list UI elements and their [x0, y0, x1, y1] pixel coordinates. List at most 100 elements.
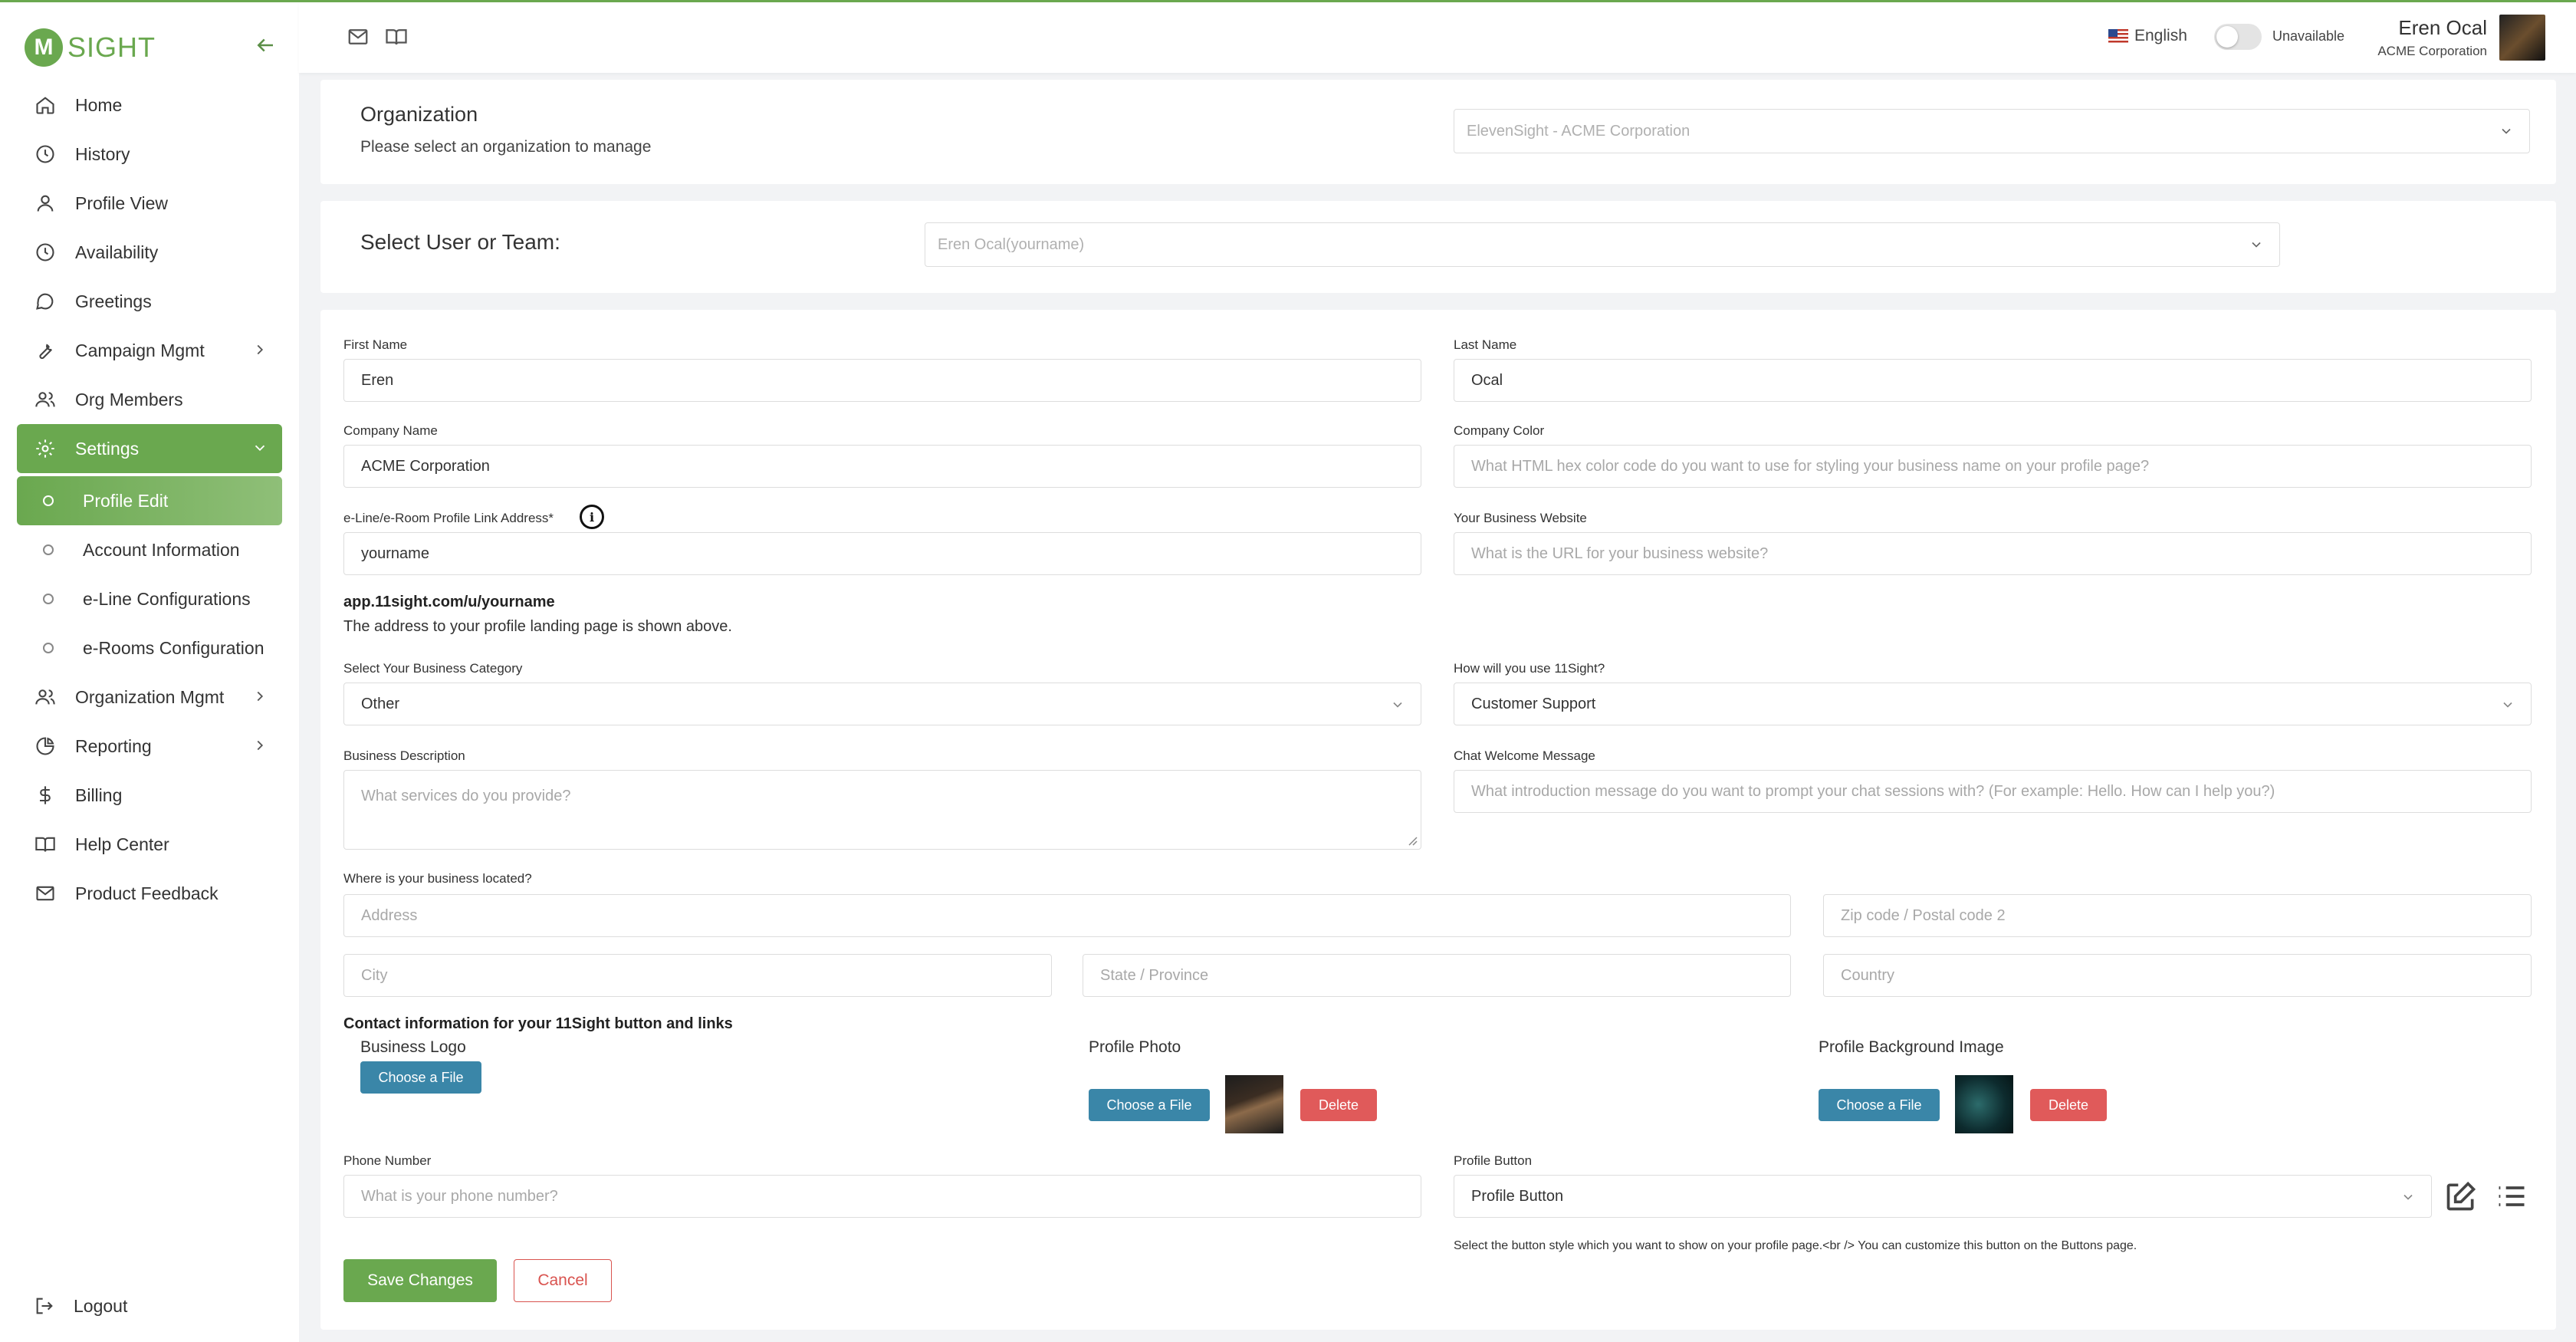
company-name-label: Company Name: [343, 423, 438, 438]
address-input[interactable]: Address: [343, 894, 1791, 937]
us-flag-icon: [2108, 29, 2128, 43]
phone-input[interactable]: What is your phone number?: [343, 1175, 1421, 1218]
bullet-icon: [43, 544, 54, 555]
city-input[interactable]: City: [343, 954, 1052, 997]
sidebar-item-org-members[interactable]: Org Members: [17, 375, 282, 424]
website-label: Your Business Website: [1454, 511, 1587, 525]
first-name-label: First Name: [343, 337, 408, 352]
sidebar-item-campaign-mgmt[interactable]: Campaign Mgmt: [17, 326, 282, 375]
country-placeholder: Country: [1841, 966, 1895, 984]
sidebar-item-erooms-configuration[interactable]: e-Rooms Configuration: [17, 623, 282, 673]
sidebar-item-greetings[interactable]: Greetings: [17, 277, 282, 326]
chat-welcome-input[interactable]: What introduction message do you want to…: [1454, 770, 2532, 813]
sidebar-item-home[interactable]: Home: [17, 81, 282, 130]
business-description-placeholder: What services do you provide?: [361, 788, 571, 804]
profile-background-delete-button[interactable]: Delete: [2030, 1089, 2107, 1121]
organization-select-value: ElevenSight - ACME Corporation: [1467, 122, 1691, 140]
sidebar-item-label: Profile Edit: [83, 490, 169, 511]
sidebar-item-reporting[interactable]: Reporting: [17, 722, 282, 771]
avatar[interactable]: [2499, 15, 2545, 61]
profile-button-label: Profile Button: [1454, 1153, 1533, 1168]
profile-link-input[interactable]: yourname: [343, 532, 1421, 575]
sidebar-item-profile-edit[interactable]: Profile Edit: [17, 476, 282, 525]
profile-photo-label: Profile Photo: [1089, 1038, 1181, 1056]
user-team-select-value: Eren Ocal(yourname): [938, 235, 1085, 253]
language-label: English: [2134, 27, 2187, 44]
info-icon[interactable]: i: [580, 505, 604, 529]
sidebar-item-account-information[interactable]: Account Information: [17, 525, 282, 574]
location-label: Where is your business located?: [343, 871, 532, 886]
profile-button-help: Select the button style which you want t…: [1454, 1239, 2137, 1252]
first-name-input[interactable]: Eren: [343, 359, 1421, 402]
business-description-textarea[interactable]: What services do you provide?: [343, 770, 1421, 850]
last-name-input[interactable]: Ocal: [1454, 359, 2532, 402]
state-input[interactable]: State / Province: [1083, 954, 1791, 997]
company-name-input[interactable]: ACME Corporation: [343, 445, 1421, 488]
sidebar-item-label: Product Feedback: [75, 883, 219, 903]
list-icon[interactable]: [2495, 1179, 2530, 1215]
top-header: English Unavailable Eren Ocal ACME Corpo…: [299, 2, 2576, 73]
sidebar-item-history[interactable]: History: [17, 130, 282, 179]
user-name: Eren Ocal: [2398, 16, 2487, 39]
chevron-right-icon: [251, 688, 270, 706]
website-input[interactable]: What is the URL for your business websit…: [1454, 532, 2532, 575]
zip-placeholder: Zip code / Postal code 2: [1841, 906, 2006, 924]
language-selector[interactable]: English: [2108, 27, 2187, 45]
book-icon[interactable]: [385, 25, 409, 50]
cancel-button[interactable]: Cancel: [514, 1259, 612, 1302]
user-icon: [34, 192, 57, 215]
bullet-icon: [43, 594, 54, 604]
usage-label: How will you use 11Sight?: [1454, 661, 1605, 676]
sidebar-item-label: e-Line Configurations: [83, 588, 251, 609]
logo-text: SIGHT: [67, 31, 156, 63]
usage-select[interactable]: Customer Support: [1454, 683, 2532, 725]
profile-background-label: Profile Background Image: [1819, 1038, 2004, 1056]
book-icon: [34, 833, 57, 856]
sidebar-item-help-center[interactable]: Help Center: [17, 820, 282, 869]
logout-icon: [36, 1298, 53, 1314]
last-name-label: Last Name: [1454, 337, 1517, 352]
users-icon: [34, 388, 57, 411]
zip-input[interactable]: Zip code / Postal code 2: [1823, 894, 2532, 937]
logo-mark: M: [25, 28, 63, 67]
user-team-select[interactable]: Eren Ocal(yourname): [925, 222, 2280, 267]
user-organization: ACME Corporation: [2377, 44, 2487, 58]
sidebar-item-product-feedback[interactable]: Product Feedback: [17, 869, 282, 918]
sidebar-item-availability[interactable]: Availability: [17, 228, 282, 277]
business-logo-choose-file-button[interactable]: Choose a File: [360, 1061, 481, 1094]
resize-handle-icon[interactable]: [1407, 835, 1418, 846]
sidebar-item-label: e-Rooms Configuration: [83, 637, 264, 658]
sidebar-item-profile-view[interactable]: Profile View: [17, 179, 282, 228]
business-description-label: Business Description: [343, 748, 465, 763]
save-changes-button[interactable]: Save Changes: [343, 1259, 497, 1302]
profile-photo-delete-button[interactable]: Delete: [1300, 1089, 1377, 1121]
sidebar-item-organization-mgmt[interactable]: Organization Mgmt: [17, 673, 282, 722]
chat-bubble-icon: [34, 290, 57, 313]
profile-link-url: app.11sight.com/u/yourname: [343, 594, 555, 610]
sidebar-item-label: Home: [75, 94, 123, 115]
sidebar-item-label: Org Members: [75, 389, 183, 410]
collapse-sidebar-button[interactable]: [251, 31, 279, 59]
organization-title: Organization: [360, 103, 478, 126]
logout-button[interactable]: Logout: [34, 1295, 127, 1317]
profile-photo-choose-file-button[interactable]: Choose a File: [1089, 1089, 1210, 1121]
business-category-select[interactable]: Other: [343, 683, 1421, 725]
mail-icon[interactable]: [347, 25, 371, 50]
profile-background-choose-file-button[interactable]: Choose a File: [1819, 1089, 1940, 1121]
organization-subtitle: Please select an organization to manage: [360, 138, 652, 156]
availability-toggle[interactable]: [2214, 24, 2262, 50]
edit-icon[interactable]: [2444, 1179, 2479, 1215]
sidebar-item-eline-configurations[interactable]: e-Line Configurations: [17, 574, 282, 623]
organization-card: Organization Please select an organizati…: [320, 80, 2556, 184]
organization-select[interactable]: ElevenSight - ACME Corporation: [1454, 109, 2530, 153]
sidebar-item-settings[interactable]: Settings: [17, 424, 282, 473]
sidebar-item-billing[interactable]: Billing: [17, 771, 282, 820]
chevron-down-icon: [2499, 123, 2515, 140]
profile-edit-form: First Name Eren Last Name Ocal Company N…: [320, 310, 2556, 1330]
logo[interactable]: M SIGHT: [25, 28, 156, 67]
country-input[interactable]: Country: [1823, 954, 2532, 997]
chevron-down-icon: [1390, 697, 1405, 717]
company-color-input[interactable]: What HTML hex color code do you want to …: [1454, 445, 2532, 488]
bullet-icon: [43, 643, 54, 653]
profile-button-select[interactable]: Profile Button: [1454, 1175, 2432, 1218]
